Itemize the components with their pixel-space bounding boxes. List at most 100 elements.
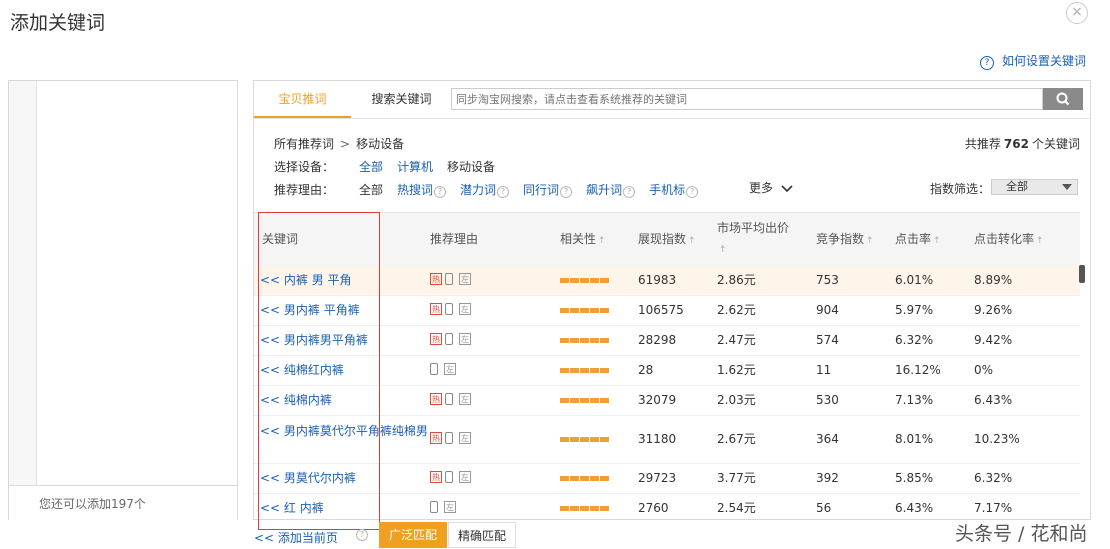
help-label: 如何设置关键词 (1002, 54, 1087, 68)
hot-icon: 热 (430, 333, 442, 345)
help-link[interactable]: ? 如何设置关键词 (980, 52, 1086, 70)
close-icon[interactable]: × (1066, 2, 1088, 24)
click-rate: 5.97% (895, 303, 934, 317)
search-button[interactable] (1043, 88, 1083, 110)
show-index: 32079 (638, 393, 677, 407)
reason-potential[interactable]: 潜力词? (460, 183, 510, 198)
competition-index: 753 (816, 273, 839, 287)
col-cvr[interactable]: 点击转化率 🠅 (974, 213, 1043, 266)
relevance-bar (560, 506, 610, 511)
avg-price: 1.62元 (717, 363, 756, 377)
question-icon: ? (560, 186, 573, 198)
hot-icon: 热 (430, 393, 442, 405)
conversion-rate: 6.32% (974, 471, 1013, 485)
show-index: 2760 (638, 501, 669, 515)
crumb-sep: > (340, 137, 351, 151)
reason-rising[interactable]: 飙升词? (586, 183, 636, 198)
col-ctr-label: 点击率 (895, 232, 932, 246)
broad-match-button[interactable]: 广泛匹配 (379, 522, 447, 548)
keyword-highlight-box (258, 212, 380, 530)
col-competition-label: 竞争指数 (816, 232, 865, 246)
conversion-rate: 6.43% (974, 393, 1013, 407)
show-index: 31180 (638, 432, 677, 446)
competition-index: 574 (816, 333, 839, 347)
scrollbar-thumb[interactable] (1079, 265, 1085, 283)
reason-mobile-title[interactable]: 手机标? (649, 183, 699, 198)
col-relevance-label: 相关性 (560, 232, 597, 246)
hot-icon: 热 (430, 471, 442, 483)
show-index: 28 (638, 363, 654, 377)
hot-icon: 热 (430, 432, 442, 444)
avg-price: 2.62元 (717, 303, 756, 317)
click-rate: 7.13% (895, 393, 934, 407)
col-ctr[interactable]: 点击率 🠅 (895, 213, 940, 266)
device-computer[interactable]: 计算机 (397, 160, 433, 174)
reason-mobile-title-label: 手机标 (649, 183, 686, 197)
reason-all[interactable]: 全部 (359, 183, 383, 197)
hot-icon: 热 (430, 303, 442, 315)
panel-divider (36, 81, 37, 485)
sort-icon: 🠅 (867, 235, 873, 246)
help-icon: ? (980, 56, 994, 70)
breadcrumb: 所有推荐词 > 移动设备 (274, 135, 404, 152)
device-label: 选择设备： (274, 160, 335, 174)
reason-hot-label: 热搜词 (397, 183, 434, 197)
relevance-bar (560, 338, 610, 343)
mobile-icon (430, 363, 438, 375)
question-icon: ? (497, 186, 510, 198)
sort-icon: 🠅 (720, 244, 726, 255)
search-input[interactable] (451, 88, 1043, 110)
mobile-icon (445, 333, 453, 345)
conversion-rate: 7.17% (974, 501, 1013, 515)
reason-peer-label: 同行词 (523, 183, 560, 197)
reason-filter: 推荐理由： 全部 热搜词? 潜力词? 同行词? 飙升词? 手机标? (274, 181, 712, 198)
index-filter-label: 指数筛选： (930, 182, 991, 196)
exact-match-button[interactable]: 精确匹配 (448, 522, 516, 548)
col-price[interactable]: 市场平均出价 🠅 (717, 213, 789, 271)
mobile-icon (445, 471, 453, 483)
col-reason: 推荐理由 (430, 232, 479, 246)
mobile-icon (445, 393, 453, 405)
dialog-title: 添加关键词 (10, 12, 106, 34)
avg-price: 2.03元 (717, 393, 756, 407)
total-suffix: 个关键词 (1031, 137, 1080, 151)
conversion-rate: 9.42% (974, 333, 1013, 347)
left-icon: 左 (459, 393, 471, 405)
more-label: 更多 (749, 181, 774, 195)
add-current-page-button[interactable]: << 添加当前页 (254, 529, 338, 546)
conversion-rate: 0% (974, 363, 994, 377)
tab-recommend[interactable]: 宝贝推词 (254, 81, 351, 118)
left-icon: 左 (444, 501, 456, 513)
index-filter-select[interactable]: 全部 (991, 179, 1078, 195)
device-all[interactable]: 全部 (359, 160, 383, 174)
reason-hot[interactable]: 热搜词? (397, 183, 447, 198)
relevance-bar (560, 398, 610, 403)
left-icon: 左 (459, 432, 471, 444)
tab-search-keywords[interactable]: 搜索关键词 (354, 81, 449, 118)
device-filter: 选择设备： 全部 计算机 移动设备 (274, 158, 509, 175)
total-number: 762 (1003, 137, 1029, 151)
left-icon: 左 (444, 363, 456, 375)
col-price-label: 市场平均出价 (717, 221, 790, 235)
chevron-down-icon (781, 184, 793, 192)
col-competition[interactable]: 竞争指数 🠅 (816, 213, 873, 266)
mobile-icon (430, 501, 438, 513)
col-show[interactable]: 展现指数 🠅 (638, 213, 695, 266)
more-button[interactable]: 更多 (749, 179, 793, 196)
relevance-bar (560, 368, 610, 373)
tab-bar: 宝贝推词 搜索关键词 (254, 81, 1090, 119)
col-relevance[interactable]: 相关性 🠅 (560, 213, 605, 266)
crumb-current: 移动设备 (356, 137, 405, 151)
relevance-bar (560, 476, 610, 481)
left-icon: 左 (459, 303, 471, 315)
competition-index: 392 (816, 471, 839, 485)
reason-peer[interactable]: 同行词? (523, 183, 573, 198)
show-index: 29723 (638, 471, 677, 485)
relevance-bar (560, 437, 610, 442)
avg-price: 2.54元 (717, 501, 756, 515)
relevance-bar (560, 308, 610, 313)
left-icon: 左 (459, 333, 471, 345)
device-mobile[interactable]: 移动设备 (447, 160, 495, 174)
competition-index: 364 (816, 432, 839, 446)
crumb-root[interactable]: 所有推荐词 (274, 137, 334, 151)
